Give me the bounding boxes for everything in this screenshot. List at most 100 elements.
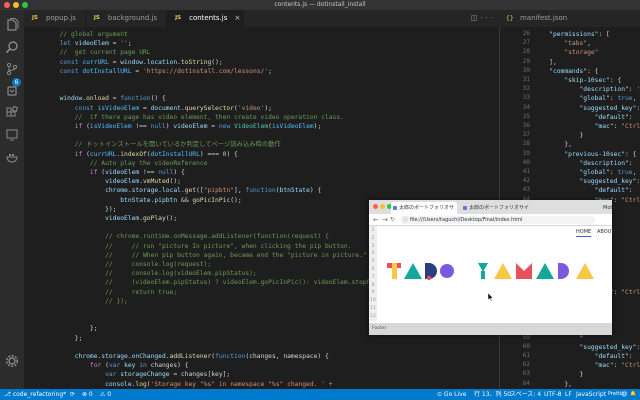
code-line[interactable]: // return true; (52, 288, 177, 297)
code-line[interactable]: // (videoElem.pipStatus) ? videoElem.goP… (52, 278, 378, 287)
code-line[interactable]: if (videoElem !== null) { (52, 168, 185, 177)
code-line[interactable]: "skip-10sec": { (534, 76, 621, 85)
sync-icon[interactable]: ⟳ (70, 389, 75, 400)
close-icon[interactable]: × (234, 10, 240, 27)
code-token: ); (264, 104, 272, 112)
code-line[interactable]: // }); (52, 297, 128, 306)
feedback-icon[interactable]: ☺ (621, 389, 627, 400)
cursor-position[interactable]: 行 13、列 50 (474, 389, 511, 400)
reload-icon[interactable]: ↻ (390, 214, 395, 226)
code-line[interactable]: // console.log(request); (52, 260, 211, 269)
code-line[interactable]: if (currURL.indexOf(dotInstallURL) === 0… (52, 150, 238, 159)
error-count[interactable]: ⊗ 0 (82, 389, 93, 400)
explorer-icon[interactable] (4, 18, 20, 34)
browser-tab-2[interactable]: 太郎のポートフォリオサイト (461, 202, 531, 223)
code-line[interactable]: // console.log(videoElem.pipStatus); (52, 269, 257, 278)
code-line[interactable]: for (var key in changes) { (52, 361, 189, 370)
indentation-status[interactable]: スペース: 4 (510, 389, 541, 400)
code-line[interactable]: // // run "picture In picture", when cli… (52, 242, 351, 251)
browser-close-button[interactable] (373, 204, 378, 209)
code-line[interactable]: } (534, 131, 583, 140)
browser-minimize-button[interactable] (380, 204, 385, 209)
code-line[interactable]: "storage" (534, 48, 598, 57)
code-line[interactable]: "default": (534, 352, 636, 361)
code-line[interactable]: "default": (534, 186, 636, 195)
code-line[interactable]: // // When pip button again, became end … (52, 251, 367, 260)
nav-about-link[interactable]: ABOUT (597, 229, 614, 235)
remote-explorer-icon[interactable] (4, 128, 20, 144)
code-line[interactable]: "previous-10sec": { (534, 150, 636, 159)
code-line[interactable]: // ドットインストールを開いているか判定してページ読み込み時の動作 (52, 140, 281, 149)
bell-icon[interactable]: 🔔 (630, 389, 636, 400)
language-mode[interactable]: JavaScript (576, 389, 606, 400)
code-line[interactable]: } (534, 370, 583, 379)
code-line[interactable]: chrome.storage.onChanged.addListener(fun… (52, 352, 329, 361)
code-line[interactable]: let videoElem = ''; (52, 39, 132, 48)
code-token: local (161, 187, 181, 195)
code-line[interactable]: "mac": "Ctrl (534, 361, 640, 370)
js-file-icon: JS (175, 15, 182, 21)
code-line[interactable]: // global argument (52, 30, 128, 39)
code-line[interactable]: "commands": { (534, 67, 598, 76)
code-line[interactable]: "mac": "Ctrl (534, 122, 640, 131)
code-line[interactable]: "description": (534, 159, 633, 168)
tab-contents-js[interactable]: JS contents.js × (167, 10, 245, 27)
code-line[interactable]: console.log('Storage key "%s" in namespa… (52, 380, 333, 389)
code-line[interactable]: const dotInstallURL = 'https://dotinstal… (52, 67, 272, 76)
code-line[interactable]: chrome.storage.local.get(["pipbtn"], fun… (52, 186, 321, 195)
code-line[interactable]: ], (534, 58, 557, 67)
split-editor-icon[interactable]: ◫ (471, 14, 481, 22)
code-line[interactable]: videoElem.goPlay(); (52, 214, 177, 223)
forward-arrow-icon[interactable]: → (382, 214, 388, 226)
source-control-icon[interactable] (4, 62, 20, 78)
eol-status[interactable]: LF (565, 389, 572, 400)
address-bar[interactable]: ⓘ file:///Users/taguchi/Desktop/Final/in… (400, 216, 595, 224)
code-line[interactable]: "global": true, (534, 168, 637, 177)
gear-icon[interactable] (4, 354, 20, 370)
code-line[interactable]: "suggested_key": (534, 343, 640, 352)
code-line[interactable]: var storageChange = changes[key]; (52, 370, 230, 379)
code-line[interactable]: // if there page has video element, then… (52, 113, 344, 122)
code-token: goPlay (143, 215, 166, 222)
code-line[interactable]: // get current page URL (52, 48, 151, 57)
code-line[interactable]: "global": true, (534, 94, 637, 103)
browser-tab-3[interactable]: Moto (595, 202, 615, 214)
code-token: ); (313, 123, 322, 130)
code-line[interactable]: if (isVideoElem !== null) videoElem = ne… (52, 122, 322, 131)
code-line[interactable]: }, (534, 140, 572, 149)
tab-popup-js[interactable]: JS popup.js (24, 10, 86, 27)
extensions-icon[interactable] (4, 105, 20, 122)
encoding-status[interactable]: UTF-8 (544, 389, 562, 400)
code-token: // (videoElem.pipStatus) ? videoElem.goP… (52, 279, 379, 287)
code-line[interactable]: }; (52, 334, 83, 343)
code-line[interactable]: const isVideoElem = document.querySelect… (52, 104, 272, 113)
search-icon[interactable] (4, 40, 20, 56)
code-line[interactable]: "tabs", (534, 39, 591, 48)
code-line[interactable]: "suggested_key": (534, 177, 640, 186)
back-arrow-icon[interactable]: ← (373, 214, 379, 226)
code-line[interactable]: "default": (534, 113, 636, 122)
debug-icon[interactable] (4, 84, 20, 100)
code-line[interactable]: "permissions": [ (534, 30, 610, 39)
code-line[interactable]: videoElem.vmMuted(); (52, 177, 181, 186)
code-line[interactable]: // chrome.runtime.onMessage.addListener(… (52, 232, 329, 241)
code-line[interactable]: window.onload = function() { (52, 94, 166, 103)
go-live-button[interactable]: ⊙ Go Live (437, 389, 466, 400)
docker-icon[interactable] (4, 150, 20, 166)
tab-manifest-json[interactable]: {} manifest.json (500, 10, 573, 27)
code-line[interactable]: const currURL = window.location.toString… (52, 58, 223, 67)
browser-window[interactable]: 太郎のポートフォリオサイト 太郎のポートフォリオサイト Moto ← → ↻ ⓘ… (369, 200, 615, 335)
more-actions-icon[interactable]: ··· (480, 14, 496, 22)
code-line[interactable]: }; (52, 324, 98, 333)
code-line[interactable]: "suggested_key": (534, 104, 640, 113)
branch-status[interactable]: ⎇ code_refactoring* (4, 389, 66, 400)
code-line[interactable]: }); (52, 205, 116, 214)
warning-count[interactable]: ⚠ 0 (100, 389, 111, 400)
tab-background-js[interactable]: JS background.js (86, 10, 168, 27)
code-line[interactable]: btnState.pipbtn && goPicInPic(); (52, 196, 241, 205)
code-line[interactable]: "description": ' (534, 85, 640, 94)
nav-home-link[interactable]: HOME (576, 229, 592, 237)
code-line[interactable]: }, (534, 380, 572, 389)
code-line[interactable]: // Auto play the videoReference (52, 159, 208, 168)
browser-tab-1[interactable]: 太郎のポートフォリオサイト (391, 202, 457, 223)
